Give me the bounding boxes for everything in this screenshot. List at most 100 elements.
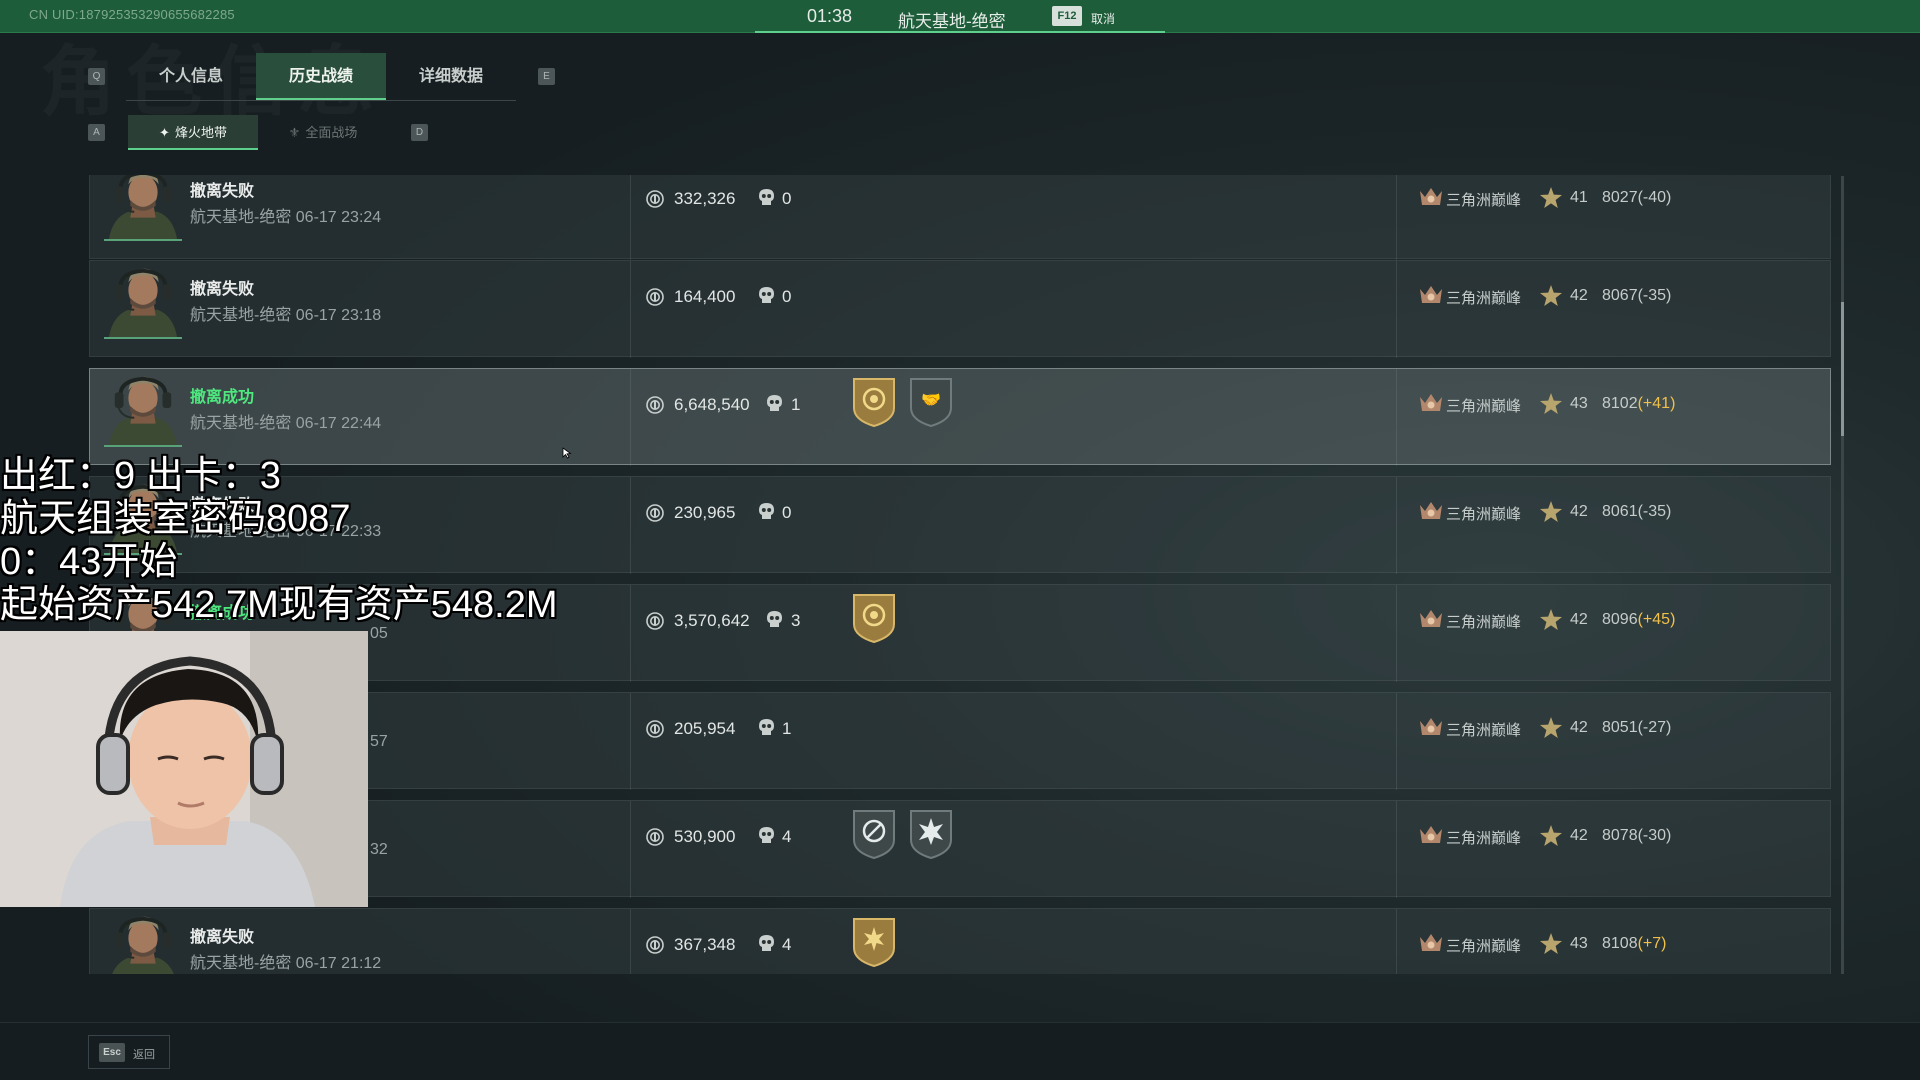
star-icon: [1539, 186, 1563, 210]
star-icon: [1539, 608, 1563, 632]
stream-overlay-text: 出红：9 出卡：3 航天组装室密码8087 0：43开始 起始资产542.7M现…: [0, 455, 558, 626]
tab-personal-info[interactable]: 个人信息: [126, 53, 256, 101]
rank-score: 8027(-40): [1602, 189, 1671, 207]
rank-emblem-icon: [1418, 185, 1444, 209]
score-delta: (-40): [1637, 189, 1672, 206]
full-battlefield-icon: ⚜: [288, 125, 301, 140]
rank-name: 三角洲巅峰: [1446, 830, 1522, 847]
column-divider: [630, 477, 631, 574]
scrollbar-thumb[interactable]: [1841, 302, 1844, 436]
back-label: 返回: [133, 1049, 155, 1061]
esc-key-hint: Esc: [99, 1043, 125, 1062]
loot-value: 332,326: [674, 189, 736, 208]
rank-score: 8067(-35): [1602, 287, 1671, 305]
match-map-time: 32: [370, 841, 388, 858]
extraction-status: 撤离失败: [190, 281, 255, 298]
score-delta: (-27): [1637, 719, 1672, 736]
column-divider: [630, 585, 631, 682]
score-value: 8067: [1602, 287, 1638, 304]
rank-name: 三角洲巅峰: [1446, 192, 1522, 209]
match-map-time: 航天基地-绝密 06-17 23:24: [190, 209, 382, 226]
star-icon: [1539, 716, 1563, 740]
rank-score: 8061(-35): [1602, 503, 1671, 521]
match-map-time: 航天基地-绝密 06-17 22:44: [190, 415, 382, 432]
column-divider: [1396, 801, 1397, 898]
kill-count: 1: [782, 719, 792, 738]
cancel-key-hint[interactable]: F12: [1052, 6, 1082, 26]
rank-emblem-icon: [1418, 607, 1444, 631]
rank-name: 三角洲巅峰: [1446, 290, 1522, 307]
hazard-zone-icon: ✦: [159, 125, 170, 140]
operator-avatar: [104, 261, 182, 339]
tab-next-key[interactable]: E: [538, 68, 555, 85]
match-map-time: 57: [370, 733, 388, 750]
crosshair-badge-icon: [851, 808, 897, 860]
cancel-button[interactable]: 取消: [1091, 10, 1115, 27]
scrollbar-track[interactable]: [1841, 176, 1844, 974]
star-icon: [1539, 824, 1563, 848]
star-icon: [1539, 500, 1563, 524]
streamer-webcam: [0, 631, 368, 907]
score-delta: (-35): [1637, 287, 1672, 304]
column-divider: [630, 369, 631, 466]
skull-icon: [758, 934, 775, 954]
column-divider: [1396, 477, 1397, 574]
subtab-hazard-zone[interactable]: ✦ 烽火地带: [128, 115, 258, 150]
kill-count: 0: [782, 503, 792, 522]
coin-icon: [646, 396, 664, 414]
subtab-prev-key[interactable]: A: [88, 124, 105, 141]
rank-name: 三角洲巅峰: [1446, 398, 1522, 415]
subtab-next-key[interactable]: D: [411, 124, 428, 141]
column-divider: [1396, 585, 1397, 682]
rank-level: 42: [1570, 827, 1588, 844]
column-divider: [1396, 909, 1397, 974]
match-timer: 01:38: [807, 6, 853, 26]
score-value: 8102: [1602, 395, 1638, 412]
column-divider: [630, 909, 631, 974]
rank-name: 三角洲巅峰: [1446, 938, 1522, 955]
extraction-status: 撤离成功: [190, 389, 255, 406]
gold-target-badge-icon: [851, 592, 897, 644]
star-icon: [1539, 932, 1563, 956]
column-divider: [1396, 693, 1397, 790]
score-value: 8061: [1602, 503, 1638, 520]
skull-icon: [766, 394, 783, 414]
skull-icon: [758, 718, 775, 738]
subtab-full-battlefield[interactable]: ⚜ 全面战场: [258, 115, 388, 150]
rank-emblem-icon: [1418, 931, 1444, 955]
rank-emblem-icon: [1418, 823, 1444, 847]
match-row[interactable]: 撤离失败 航天基地-绝密 06-17 23:18 164,400 0 三角洲巅峰…: [89, 260, 1831, 358]
tab-match-history[interactable]: 历史战绩: [256, 53, 386, 101]
match-row[interactable]: 撤离失败 航天基地-绝密 06-17 23:24 332,326 0 三角洲巅峰…: [89, 175, 1831, 260]
operator-avatar: [104, 369, 182, 447]
loot-value: 367,348: [674, 935, 736, 954]
match-map-time: 05: [370, 625, 388, 642]
explosion-badge-icon: [908, 808, 954, 860]
svg-text:🤝: 🤝: [921, 390, 941, 409]
score-delta: (+7): [1637, 935, 1667, 952]
column-divider: [630, 175, 631, 260]
loot-value: 230,965: [674, 503, 736, 522]
kill-count: 0: [782, 287, 792, 306]
score-delta: (+45): [1637, 611, 1676, 628]
subtab-full-battlefield-label: 全面战场: [305, 125, 358, 140]
subtab-hazard-zone-label: 烽火地带: [174, 125, 227, 140]
tab-prev-key[interactable]: Q: [88, 68, 105, 85]
rank-score: 8096(+45): [1602, 611, 1675, 629]
top-center-panel: 01:38 航天基地-绝密 F12 取消: [755, 0, 1165, 33]
score-value: 8051: [1602, 719, 1638, 736]
kill-count: 4: [782, 827, 792, 846]
match-map-time: 航天基地-绝密 06-17 23:18: [190, 307, 382, 324]
match-map-time: 航天基地-绝密 06-17 21:12: [190, 955, 382, 972]
column-divider: [630, 261, 631, 358]
rank-level: 43: [1570, 935, 1588, 952]
gold-target-badge-icon: [851, 376, 897, 428]
match-row[interactable]: 撤离失败 航天基地-绝密 06-17 21:12 367,348 4 三角洲巅峰…: [89, 908, 1831, 974]
rank-emblem-icon: [1418, 283, 1444, 307]
rank-level: 41: [1570, 189, 1588, 206]
operator-avatar: [104, 909, 182, 974]
match-row-selected[interactable]: 撤离成功 航天基地-绝密 06-17 22:44 6,648,540 1 🤝 三…: [89, 368, 1831, 466]
coin-icon: [646, 828, 664, 846]
back-button[interactable]: Esc 返回: [88, 1035, 170, 1069]
tab-detailed-data[interactable]: 详细数据: [386, 53, 516, 101]
